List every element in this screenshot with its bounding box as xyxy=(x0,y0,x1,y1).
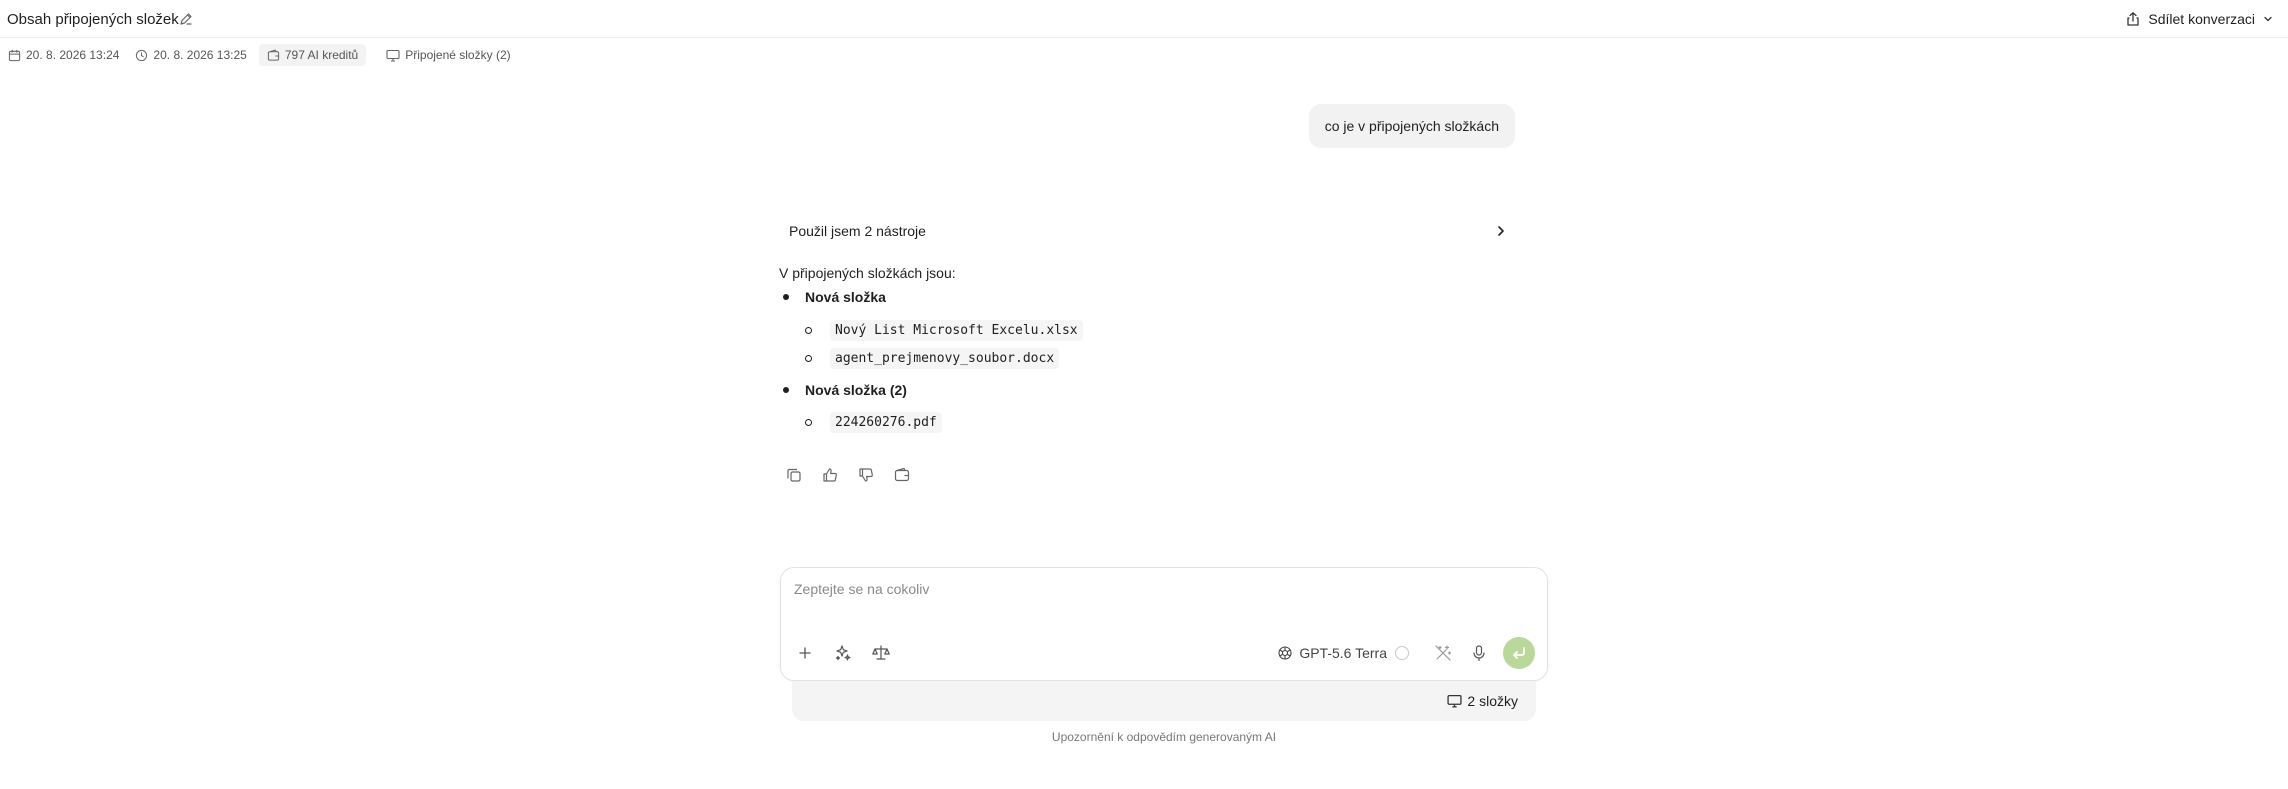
thumbs-down-icon[interactable] xyxy=(857,466,875,484)
calendar-icon xyxy=(8,49,21,62)
monitor-icon xyxy=(1447,694,1462,708)
credits-badge: 797 AI kreditů xyxy=(258,44,367,66)
model-selector[interactable]: GPT-5.6 Terra xyxy=(1277,645,1387,661)
scale-icon[interactable] xyxy=(871,643,891,663)
message-input[interactable] xyxy=(792,580,1516,598)
attached-folders-link[interactable]: Připojené složky (2) xyxy=(378,44,518,66)
conversation-title: Obsah připojených složek xyxy=(7,11,179,28)
response-intro: V připojených složkách jsou: xyxy=(779,265,956,281)
tools-used-label: Použil jsem 2 nástroje xyxy=(789,223,926,239)
chevron-right-icon xyxy=(1494,224,1508,238)
response-actions xyxy=(785,466,911,484)
ai-disclaimer-row: Upozornění k odpovědím generovaným AI xyxy=(0,730,2288,744)
openai-icon xyxy=(1277,645,1293,661)
enter-icon xyxy=(1511,645,1527,661)
chevron-down-icon xyxy=(2262,13,2274,25)
clock-icon xyxy=(135,49,148,62)
folder-name: Nová složka xyxy=(805,289,886,305)
pencil-icon[interactable] xyxy=(178,11,194,27)
attached-folders-button[interactable]: 2 složky xyxy=(1447,693,1518,709)
model-name: GPT-5.6 Terra xyxy=(1299,645,1387,661)
attached-folders-bar: 2 složky xyxy=(792,681,1536,721)
composer-left-tools xyxy=(795,643,891,663)
share-conversation-button[interactable]: Sdílet konverzaci xyxy=(2125,8,2274,30)
sparkles-icon[interactable] xyxy=(833,643,853,663)
folders-count: 2 složky xyxy=(1467,693,1518,709)
share-icon xyxy=(2125,11,2141,27)
magic-wand-icon[interactable] xyxy=(1433,643,1453,663)
send-button[interactable] xyxy=(1503,637,1535,669)
message-composer: GPT-5.6 Terra xyxy=(780,567,1548,681)
share-label: Sdílet konverzaci xyxy=(2148,11,2255,27)
loading-spinner-icon xyxy=(1395,646,1409,660)
plus-icon[interactable] xyxy=(795,643,815,663)
user-message: co je v připojených složkách xyxy=(1308,104,1515,148)
updated-date: 20. 8. 2026 13:25 xyxy=(127,44,254,66)
conversation-meta: 20. 8. 2026 13:24 20. 8. 2026 13:25 797 … xyxy=(0,44,519,66)
composer-right-tools: GPT-5.6 Terra xyxy=(1277,637,1535,669)
top-bar: Obsah připojených složek Sdílet konverza… xyxy=(0,0,2288,38)
ai-disclaimer-link[interactable]: Upozornění k odpovědím generovaným AI xyxy=(1052,730,1276,744)
wallet-icon xyxy=(267,49,280,62)
file-name: 224260276.pdf xyxy=(830,412,942,433)
thumbs-up-icon[interactable] xyxy=(821,466,839,484)
created-date: 20. 8. 2026 13:24 xyxy=(0,44,127,66)
wallet-icon[interactable] xyxy=(893,466,911,484)
file-name: Nový List Microsoft Excelu.xlsx xyxy=(830,320,1083,341)
monitor-icon xyxy=(386,49,400,62)
microphone-icon[interactable] xyxy=(1469,643,1489,663)
file-name: agent_prejmenovy_soubor.docx xyxy=(830,348,1060,369)
copy-icon[interactable] xyxy=(785,466,803,484)
folder-name: Nová složka (2) xyxy=(805,382,907,398)
tools-used-toggle[interactable]: Použil jsem 2 nástroje xyxy=(779,218,1510,244)
